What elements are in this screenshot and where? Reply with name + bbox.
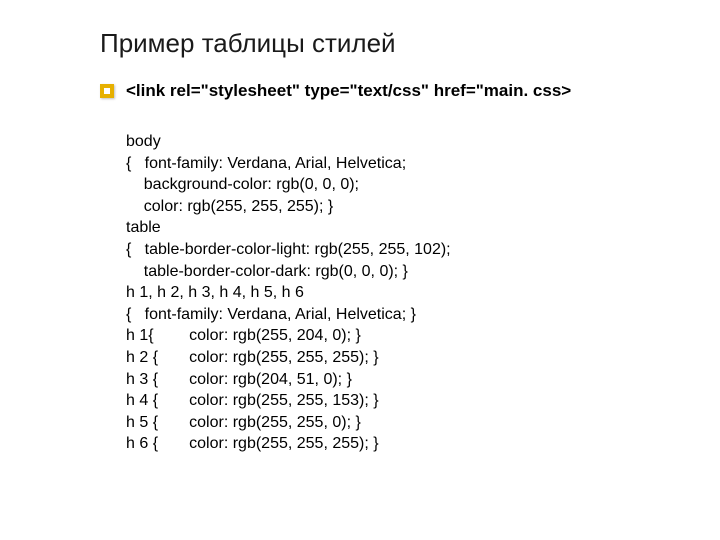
bullet-row: <link rel="stylesheet" type="text/css" h… (100, 81, 660, 101)
css-code-block: body { font-family: Verdana, Arial, Helv… (126, 131, 660, 455)
slide-title: Пример таблицы стилей (100, 28, 660, 59)
link-tag-line: <link rel="stylesheet" type="text/css" h… (126, 81, 571, 101)
square-bullet-icon (100, 84, 114, 98)
slide: Пример таблицы стилей <link rel="stylesh… (0, 0, 720, 540)
